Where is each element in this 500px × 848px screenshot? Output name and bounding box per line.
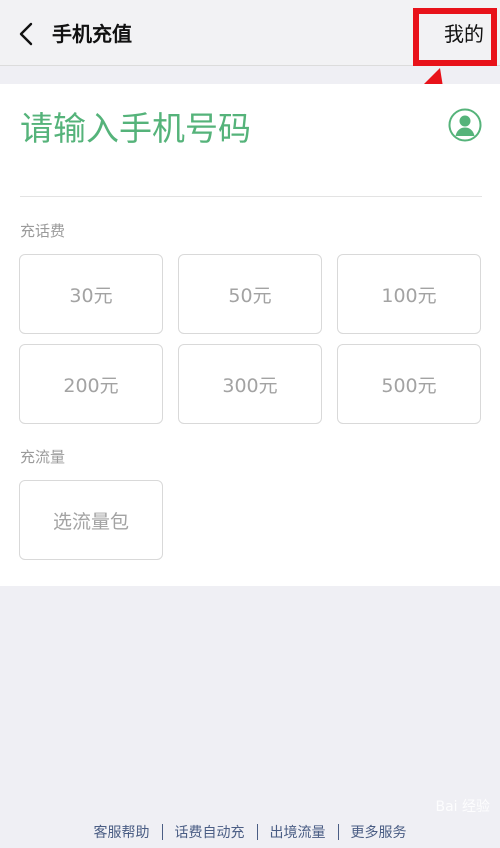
call-fee-section-label: 充话费	[20, 222, 66, 240]
amount-option-30[interactable]: 30元	[19, 254, 163, 334]
footer-separator	[256, 824, 258, 840]
chevron-left-icon	[19, 22, 33, 46]
footer-links: 客服帮助 话费自动充 出境流量 更多服务	[0, 820, 500, 844]
watermark-logo: Bai 经验	[435, 799, 490, 815]
footer-link-more-services[interactable]: 更多服务	[351, 822, 407, 842]
page-title: 手机充值	[52, 22, 132, 46]
amount-option-300[interactable]: 300元	[178, 344, 322, 424]
amount-option-50[interactable]: 50元	[178, 254, 322, 334]
contact-picker-icon[interactable]	[448, 108, 482, 142]
recharge-card: .phone-input::placeholder { color: #55b3…	[0, 84, 500, 586]
footer-link-help[interactable]: 客服帮助	[94, 822, 150, 842]
back-button[interactable]	[10, 16, 42, 52]
amount-option-200[interactable]: 200元	[19, 344, 163, 424]
divider	[20, 196, 482, 197]
data-pack-button[interactable]: 选流量包	[19, 480, 163, 560]
highlight-annotation-box	[413, 8, 497, 66]
footer-link-auto-recharge[interactable]: 话费自动充	[175, 822, 245, 842]
footer-separator	[161, 824, 163, 840]
footer-link-roaming-data[interactable]: 出境流量	[270, 822, 326, 842]
phone-number-input[interactable]	[20, 108, 420, 150]
data-section-label: 充流量	[20, 448, 66, 466]
footer-separator	[337, 824, 339, 840]
amount-option-100[interactable]: 100元	[337, 254, 481, 334]
amount-option-500[interactable]: 500元	[337, 344, 481, 424]
